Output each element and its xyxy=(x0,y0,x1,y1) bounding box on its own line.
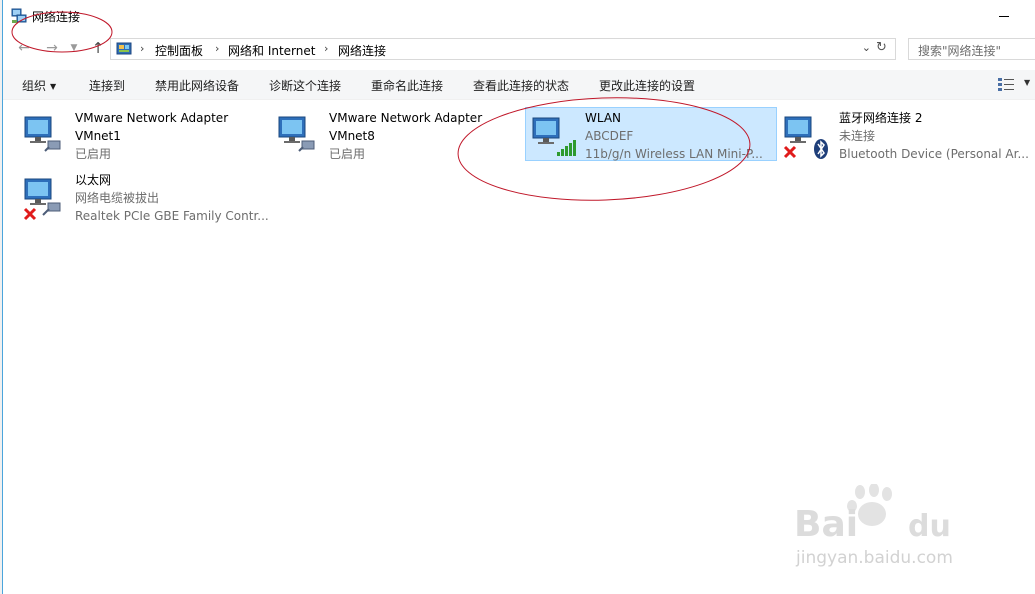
svg-text:Bai: Bai xyxy=(794,504,858,545)
title-bar: 网络连接 xyxy=(3,0,1035,34)
back-arrow-icon[interactable]: ← xyxy=(15,39,33,57)
svg-text:du: du xyxy=(908,509,951,544)
watermark-url: jingyan.baidu.com xyxy=(796,548,953,568)
connection-text: 以太网 网络电缆被拔出 Realtek PCIe GBE Family Cont… xyxy=(75,171,271,225)
connection-device: 11b/g/n Wireless LAN Mini-P... xyxy=(585,147,763,161)
connection-network: VMnet8 xyxy=(329,129,375,143)
connection-name: WLAN xyxy=(585,111,622,125)
search-placeholder: 搜索"网络连接" xyxy=(918,44,1002,58)
organize-label: 组织 xyxy=(22,79,47,93)
address-dropdown-chevron-icon[interactable]: ⌄ xyxy=(862,41,871,54)
navigation-bar: ← → ▼ ↑ › 控制面板 › 网络和 Internet › 网络连接 ⌄ ↻… xyxy=(3,36,1035,62)
recent-locations-chevron-icon[interactable]: ▼ xyxy=(65,39,83,57)
view-options-icon[interactable] xyxy=(998,77,1014,91)
connect-to-button[interactable]: 连接到 xyxy=(89,77,125,94)
breadcrumb-separator-icon[interactable]: › xyxy=(140,42,144,55)
network-adapter-icon xyxy=(24,116,61,152)
connection-item-wlan[interactable]: WLAN ABCDEF 11b/g/n Wireless LAN Mini-P.… xyxy=(525,107,777,161)
connection-text: WLAN ABCDEF 11b/g/n Wireless LAN Mini-P.… xyxy=(585,109,771,163)
control-panel-icon xyxy=(116,42,132,55)
change-settings-button[interactable]: 更改此连接的设置 xyxy=(599,77,695,94)
wireless-adapter-icon xyxy=(532,117,576,156)
network-adapter-icon xyxy=(278,116,315,152)
network-connections-icon xyxy=(11,8,27,23)
connection-status: 已启用 xyxy=(75,147,112,161)
bluetooth-icon xyxy=(814,139,828,159)
ethernet-cable-icon xyxy=(44,140,61,152)
forward-arrow-icon[interactable]: → xyxy=(43,39,61,57)
connection-name: 以太网 xyxy=(75,173,112,187)
organize-menu-button[interactable]: 组织 ▼ xyxy=(22,77,56,94)
disconnected-x-icon xyxy=(783,145,797,159)
window-title: 网络连接 xyxy=(32,10,81,24)
connection-text: VMware Network Adapter VMnet1 已启用 xyxy=(75,109,228,163)
command-bar: 组织 ▼ 连接到 禁用此网络设备 诊断这个连接 重命名此连接 查看此连接的状态 更… xyxy=(3,70,1035,100)
rename-button[interactable]: 重命名此连接 xyxy=(371,77,443,94)
ethernet-cable-icon xyxy=(298,140,315,152)
connection-name: VMware Network Adapter xyxy=(329,111,483,125)
connection-network: 未连接 xyxy=(839,129,876,143)
disable-device-button[interactable]: 禁用此网络设备 xyxy=(155,77,239,94)
view-options-caret-icon[interactable]: ▼ xyxy=(1024,78,1030,87)
connection-item-bluetooth[interactable]: 蓝牙网络连接 2 未连接 Bluetooth Device (Personal … xyxy=(781,107,1035,161)
breadcrumb-control-panel[interactable]: 控制面板 xyxy=(155,42,203,59)
connection-network: 网络电缆被拔出 xyxy=(75,191,160,205)
search-box[interactable]: 搜索"网络连接" xyxy=(908,38,1035,60)
connection-network: VMnet1 xyxy=(75,129,121,143)
connection-text: VMware Network Adapter VMnet8 已启用 xyxy=(329,109,482,163)
minimize-button[interactable] xyxy=(997,6,1011,20)
breadcrumb-network-connections[interactable]: 网络连接 xyxy=(338,42,386,59)
up-arrow-icon[interactable]: ↑ xyxy=(89,39,107,57)
view-status-button[interactable]: 查看此连接的状态 xyxy=(473,77,569,94)
connection-device: Bluetooth Device (Personal Ar... xyxy=(839,147,1029,161)
address-bar[interactable]: › 控制面板 › 网络和 Internet › 网络连接 ⌄ xyxy=(110,38,896,60)
connection-item-ethernet[interactable]: 以太网 网络电缆被拔出 Realtek PCIe GBE Family Cont… xyxy=(21,169,273,223)
baidu-paw-logo: Bai du xyxy=(794,483,951,545)
bluetooth-adapter-icon xyxy=(783,116,828,159)
organize-caret-icon: ▼ xyxy=(50,82,57,91)
connection-name: 蓝牙网络连接 2 xyxy=(839,111,923,125)
connection-text: 蓝牙网络连接 2 未连接 Bluetooth Device (Personal … xyxy=(839,109,1029,163)
signal-bars-icon xyxy=(557,140,576,156)
refresh-icon[interactable]: ↻ xyxy=(876,41,887,54)
connection-item-vmnet8[interactable]: VMware Network Adapter VMnet8 已启用 xyxy=(275,107,527,161)
connection-status: 已启用 xyxy=(329,147,366,161)
baidu-watermark: Bai du jingyan.baidu.com xyxy=(790,483,990,574)
connection-device: Realtek PCIe GBE Family Contr... xyxy=(75,209,269,223)
breadcrumb-network-internet[interactable]: 网络和 Internet xyxy=(228,42,315,59)
breadcrumb-separator-icon[interactable]: › xyxy=(215,42,219,55)
connection-name: VMware Network Adapter xyxy=(75,111,229,125)
ethernet-adapter-icon xyxy=(23,178,61,221)
diagnose-button[interactable]: 诊断这个连接 xyxy=(269,77,341,94)
breadcrumb-separator-icon[interactable]: › xyxy=(324,42,328,55)
connection-network: ABCDEF xyxy=(585,129,634,143)
disconnected-x-icon xyxy=(23,207,37,221)
connection-item-vmnet1[interactable]: VMware Network Adapter VMnet1 已启用 xyxy=(21,107,273,161)
